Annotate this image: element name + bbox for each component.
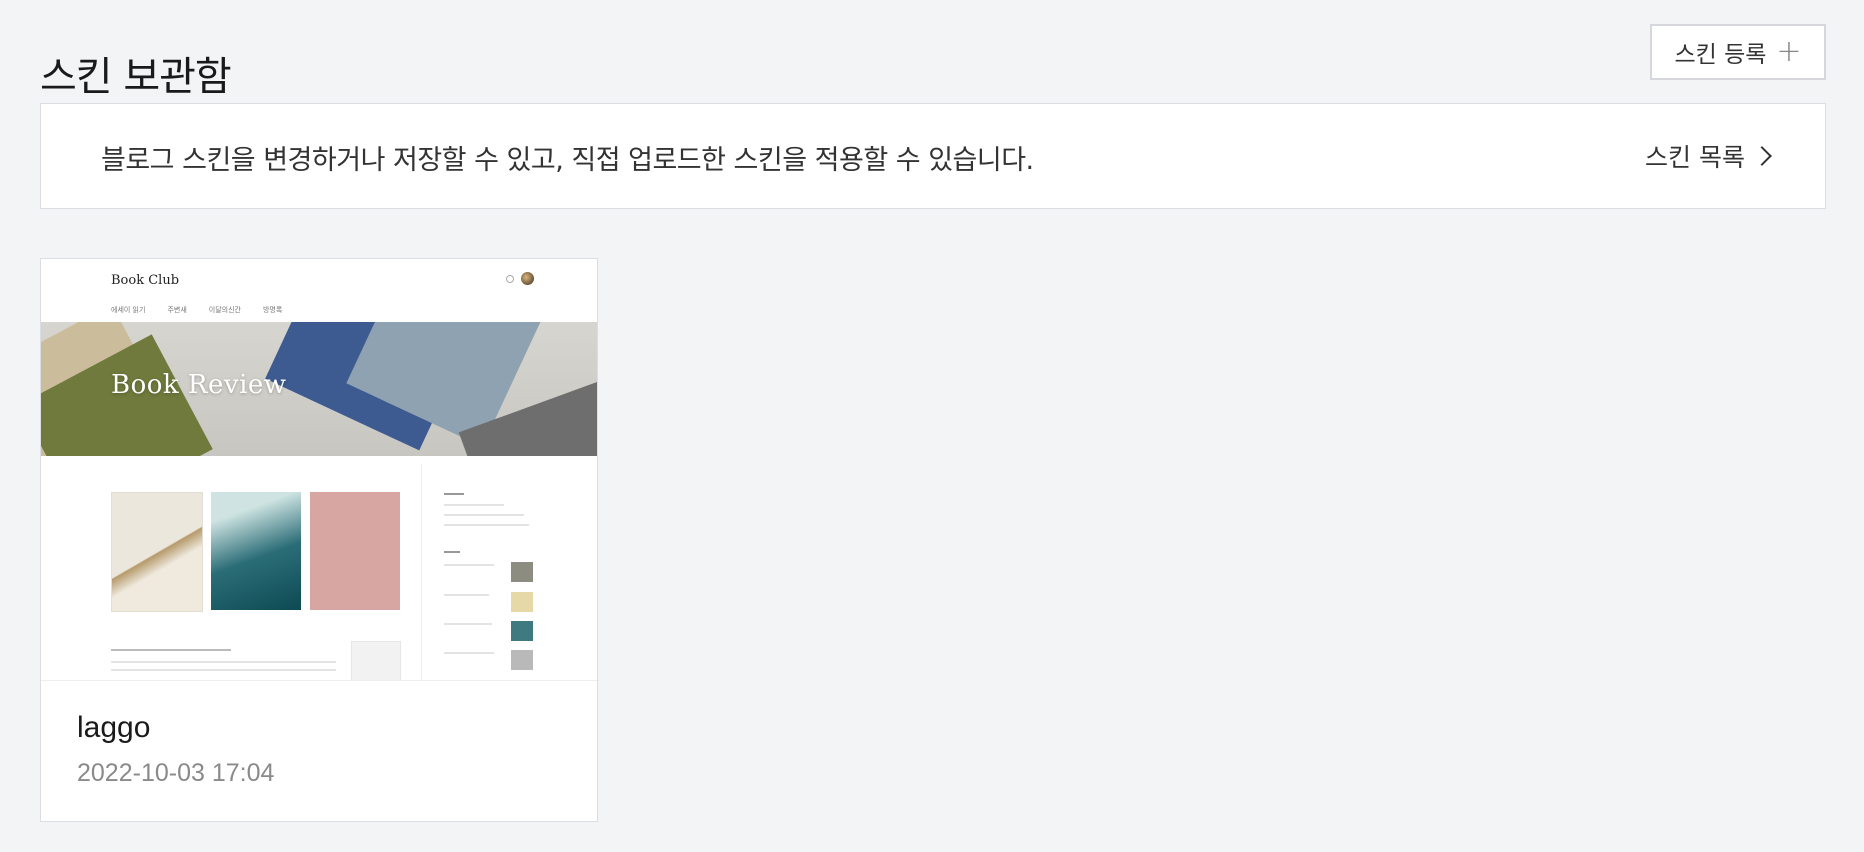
preview-divider — [421, 464, 422, 680]
preview-nav-item: 방명록 — [262, 306, 283, 314]
skin-card[interactable]: Book Club 에세이 읽기 주변새 이달의신간 방명록 Book Revi… — [40, 258, 598, 822]
preview-side-line — [444, 504, 504, 506]
preview-book-cover — [111, 492, 203, 612]
preview-nav-item: 주변새 — [167, 306, 187, 314]
avatar — [521, 272, 534, 285]
chevron-right-icon — [1752, 146, 1772, 166]
info-text: 블로그 스킨을 변경하거나 저장할 수 있고, 직접 업로드한 스킨을 적용할 … — [101, 145, 1034, 176]
plus-icon: + — [1776, 34, 1802, 69]
preview-side-thumb — [511, 562, 533, 582]
preview-nav-item: 이달의신간 — [208, 306, 241, 314]
preview-hero-title: Book Review — [111, 370, 287, 400]
preview-post-line — [111, 669, 336, 671]
preview-side-line — [444, 514, 524, 516]
preview-side-thumb — [511, 592, 533, 612]
register-skin-button[interactable]: 스킨 등록 + — [1650, 24, 1826, 80]
preview-post-line — [111, 661, 336, 663]
preview-book-cover — [310, 492, 400, 610]
preview-side-line — [444, 594, 489, 596]
skin-name: laggo — [77, 711, 151, 744]
preview-side-heading — [444, 493, 464, 495]
preview-side-line — [444, 652, 494, 654]
info-banner: 블로그 스킨을 변경하거나 저장할 수 있고, 직접 업로드한 스킨을 적용할 … — [40, 103, 1826, 209]
search-icon — [506, 275, 514, 283]
preview-side-line — [444, 623, 492, 625]
preview-hero-image: Book Review — [41, 322, 597, 456]
preview-side-heading — [444, 551, 460, 553]
skin-list-label: 스킨 목록 — [1645, 143, 1745, 172]
preview-nav: 에세이 읽기 주변새 이달의신간 방명록 — [111, 305, 282, 315]
preview-post-title — [111, 649, 231, 651]
preview-side-line — [444, 524, 529, 526]
skin-date: 2022-10-03 17:04 — [77, 759, 275, 787]
preview-logo: Book Club — [111, 273, 180, 288]
page-title: 스킨 보관함 — [40, 53, 232, 100]
preview-nav-item: 에세이 읽기 — [111, 306, 146, 314]
preview-book-cover — [211, 492, 301, 610]
preview-side-thumb — [511, 650, 533, 670]
preview-side-thumb — [511, 621, 533, 641]
register-skin-label: 스킨 등록 — [1674, 42, 1767, 68]
skin-list-link[interactable]: 스킨 목록 — [1645, 138, 1772, 174]
skin-thumbnail[interactable]: Book Club 에세이 읽기 주변새 이달의신간 방명록 Book Revi… — [41, 259, 597, 681]
preview-side-line — [444, 564, 494, 566]
preview-post-image — [351, 641, 401, 680]
